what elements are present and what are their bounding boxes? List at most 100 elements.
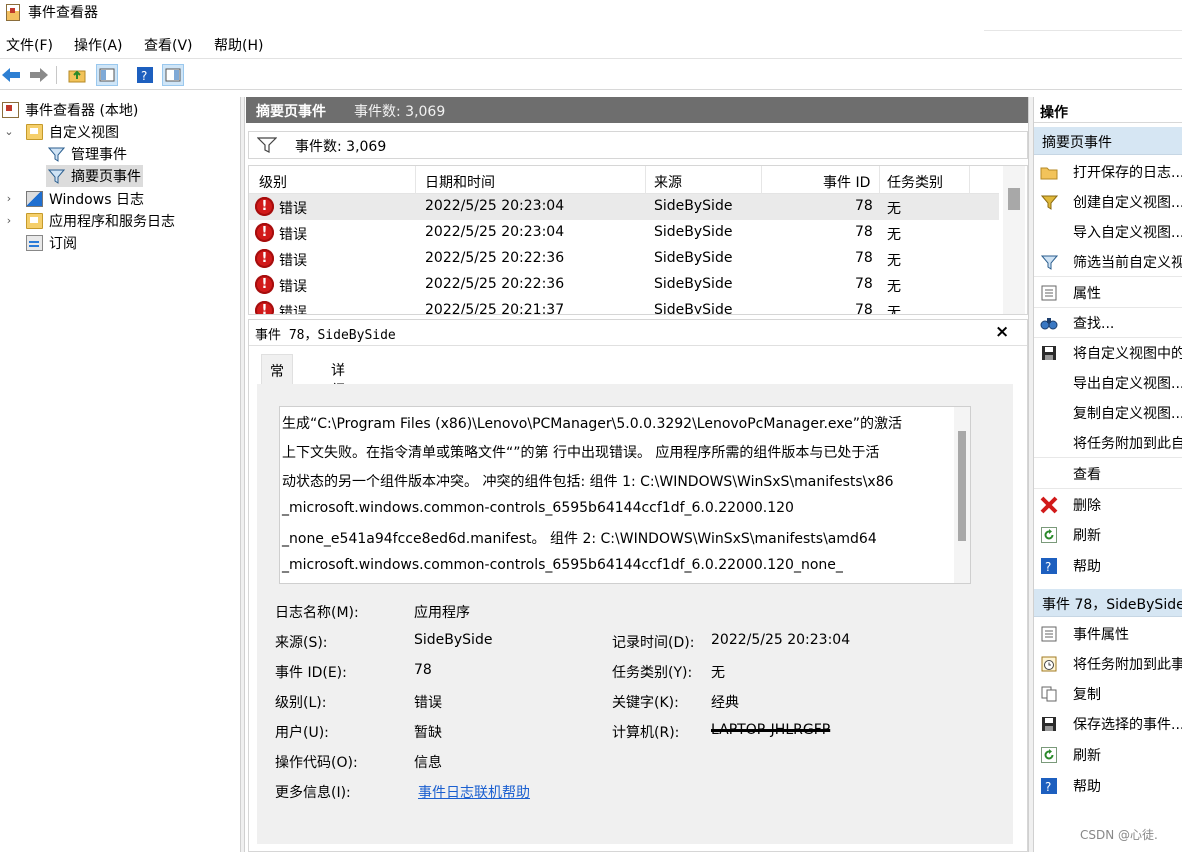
scrollbar-thumb[interactable] [958, 431, 966, 541]
field-label-computer: 计算机(R): [612, 725, 680, 741]
close-icon[interactable]: × [995, 322, 1009, 342]
field-label-more-info: 更多信息(I): [275, 785, 351, 801]
actions-section-summary[interactable]: 摘要页事件 [1034, 127, 1182, 155]
chevron-right-icon[interactable]: › [4, 192, 14, 205]
tab-general[interactable]: 常规 [261, 354, 293, 400]
row-event-id: 78 [855, 250, 873, 266]
column-divider[interactable] [969, 166, 970, 194]
column-divider[interactable] [645, 166, 646, 194]
folder-icon [26, 124, 43, 140]
filter-icon [47, 146, 66, 162]
action-create-custom-view[interactable]: 创建自定义视图... [1034, 187, 1182, 217]
up-folder-icon[interactable] [66, 64, 88, 86]
tree-item-admin-events[interactable]: 管理事件 [47, 143, 127, 165]
back-arrow-icon[interactable] [0, 64, 22, 86]
filter-icon [256, 137, 278, 157]
actions-section-event[interactable]: 事件 78，SideBySide [1034, 589, 1182, 617]
row-task: 无 [887, 227, 901, 243]
watermark: CSDN @心徒. [1080, 828, 1158, 842]
table-scrollbar[interactable] [1003, 166, 1025, 314]
action-delete[interactable]: 删除 [1034, 490, 1182, 520]
more-info-link[interactable]: 事件日志联机帮助 [418, 782, 530, 802]
action-help-event[interactable]: ? 帮助 [1034, 771, 1182, 801]
actions-header: 操作 [1034, 97, 1182, 123]
forward-arrow-icon[interactable] [28, 64, 50, 86]
action-attach-task[interactable]: 将任务附加到此自定义视图... [1034, 428, 1182, 458]
table-row[interactable]: ! 错误 2022/5/25 20:22:36 SideBySide 78 无 [249, 246, 999, 272]
row-event-id: 78 [855, 224, 873, 240]
actions-section-label: 摘要页事件 [1042, 135, 1112, 151]
column-header-datetime[interactable]: 日期和时间 [425, 172, 495, 192]
menu-help[interactable]: 帮助(H) [214, 35, 263, 55]
action-label: 刷新 [1073, 748, 1101, 764]
column-header-event-id[interactable]: 事件 ID [823, 172, 870, 192]
filter-icon [47, 168, 66, 184]
tab-details[interactable]: 详细信息 [323, 354, 353, 439]
help-icon[interactable]: ? [134, 64, 156, 86]
left-splitter[interactable] [240, 97, 245, 852]
action-filter-current-view[interactable]: 筛选当前自定义视图... [1034, 247, 1182, 277]
error-icon: ! [255, 275, 274, 294]
table-row[interactable]: ! 错误 2022/5/25 20:21:37 SideBySide 78 无 [249, 298, 999, 315]
column-divider[interactable] [879, 166, 880, 194]
center-header-count: 事件数: 3,069 [354, 104, 446, 120]
field-label-logged: 记录时间(D): [612, 635, 695, 651]
action-copy-custom-view[interactable]: 复制自定义视图... [1034, 398, 1182, 428]
column-header-level[interactable]: 级别 [259, 172, 287, 192]
svg-text:?: ? [141, 69, 147, 83]
tree-item-subscriptions-label: 订阅 [49, 236, 77, 252]
column-header-task[interactable]: 任务类别 [887, 172, 943, 192]
error-icon: ! [255, 249, 274, 268]
menu-action[interactable]: 操作(A) [74, 35, 123, 55]
table-row[interactable]: ! 错误 2022/5/25 20:23:04 SideBySide 78 无 [249, 194, 999, 220]
navigation-tree: 事件查看器 (本地) ⌄ 自定义视图 管理事件 摘要页事件 › Windows … [0, 97, 240, 852]
tree-item-root[interactable]: 事件查看器 (本地) [2, 99, 138, 121]
properties-icon [1040, 625, 1058, 643]
action-help[interactable]: ? 帮助 [1034, 551, 1182, 581]
action-import-custom-view[interactable]: 导入自定义视图... [1034, 217, 1182, 247]
action-save-all-events[interactable]: 将自定义视图中的所有事件另存为... [1034, 338, 1182, 368]
show-tree-icon[interactable] [96, 64, 118, 86]
event-message-box[interactable]: 生成“C:\Program Files (x86)\Lenovo\PCManag… [279, 406, 971, 584]
table-row[interactable]: ! 错误 2022/5/25 20:23:04 SideBySide 78 无 [249, 220, 999, 246]
message-scrollbar[interactable] [954, 407, 970, 583]
scrollbar-thumb[interactable] [1008, 188, 1020, 210]
action-attach-task-event[interactable]: 将任务附加到此事件... [1034, 649, 1182, 679]
field-label-user: 用户(U): [275, 725, 329, 741]
save-icon [1040, 715, 1058, 733]
row-event-id: 78 [855, 276, 873, 292]
chevron-right-icon[interactable]: › [4, 214, 14, 227]
field-label-log-name: 日志名称(M): [275, 605, 359, 621]
chevron-down-icon[interactable]: ⌄ [4, 125, 14, 138]
column-divider[interactable] [415, 166, 416, 194]
action-open-saved-log[interactable]: 打开保存的日志... [1034, 157, 1182, 187]
column-divider[interactable] [761, 166, 762, 194]
tree-item-subscriptions[interactable]: 订阅 [26, 232, 77, 254]
row-level: 错误 [279, 305, 307, 315]
action-properties[interactable]: 属性 [1034, 278, 1182, 308]
action-label: 属性 [1073, 286, 1101, 302]
action-label: 筛选当前自定义视图... [1073, 255, 1182, 271]
error-icon: ! [255, 301, 274, 314]
action-find[interactable]: 查找... [1034, 308, 1182, 338]
action-event-properties[interactable]: 事件属性 [1034, 619, 1182, 649]
tree-item-summary-events[interactable]: 摘要页事件 [46, 165, 143, 187]
action-refresh-event[interactable]: 刷新 [1034, 740, 1182, 770]
action-save-selected[interactable]: 保存选择的事件... [1034, 709, 1182, 739]
show-action-pane-icon[interactable] [162, 64, 184, 86]
action-label: 将自定义视图中的所有事件另存为... [1073, 346, 1182, 362]
tree-item-windows-logs[interactable]: Windows 日志 [26, 188, 144, 210]
refresh-icon [1040, 526, 1058, 544]
action-refresh[interactable]: 刷新 [1034, 520, 1182, 550]
field-log-name: 应用程序 [414, 605, 470, 621]
action-copy[interactable]: 复制 [1034, 679, 1182, 709]
action-export-custom-view[interactable]: 导出自定义视图... [1034, 368, 1182, 398]
row-level: 错误 [279, 279, 307, 295]
column-header-source[interactable]: 来源 [654, 172, 682, 192]
tree-item-custom-views[interactable]: 自定义视图 [26, 121, 119, 143]
menu-file[interactable]: 文件(F) [6, 35, 53, 55]
action-view[interactable]: 查看 [1034, 459, 1182, 489]
tree-item-app-service-logs[interactable]: 应用程序和服务日志 [26, 210, 175, 232]
menu-view[interactable]: 查看(V) [144, 35, 193, 55]
table-row[interactable]: ! 错误 2022/5/25 20:22:36 SideBySide 78 无 [249, 272, 999, 298]
